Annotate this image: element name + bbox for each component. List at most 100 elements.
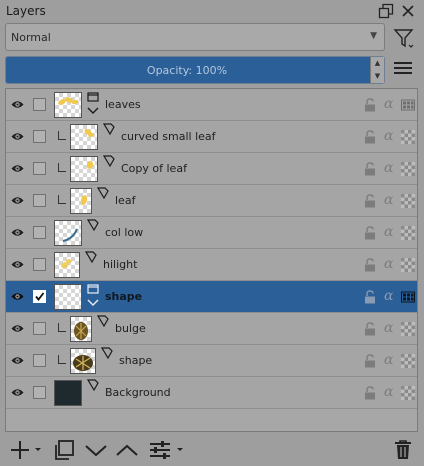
layer-select-checkbox[interactable] [33, 162, 46, 175]
eye-icon[interactable] [11, 194, 24, 207]
alpha-lock-icon[interactable]: α [384, 257, 398, 272]
alpha-lock-icon[interactable]: α [384, 97, 398, 112]
layer-name[interactable]: curved small leaf [121, 130, 216, 143]
eye-icon[interactable] [11, 130, 24, 143]
layer-select-checkbox[interactable] [33, 386, 46, 399]
alpha-lock-icon[interactable]: α [384, 193, 398, 208]
alpha-lock-icon[interactable]: α [384, 129, 398, 144]
alpha-lock-icon[interactable]: α [384, 385, 398, 400]
inherit-alpha-icon[interactable] [401, 130, 415, 144]
eye-icon[interactable] [11, 226, 24, 239]
layer-name[interactable]: hilight [103, 258, 137, 271]
layer-select-checkbox[interactable] [33, 194, 46, 207]
layer-thumbnail [70, 188, 92, 214]
pass-through-icon[interactable] [401, 98, 415, 112]
layer-row[interactable]: leaf α [6, 185, 417, 217]
chevron-down-icon[interactable] [87, 298, 99, 308]
alpha-lock-icon[interactable]: α [384, 321, 398, 336]
eye-icon[interactable] [11, 98, 24, 111]
unlock-icon[interactable] [364, 290, 376, 304]
unlock-icon[interactable] [364, 194, 376, 208]
alpha-lock-icon[interactable]: α [384, 225, 398, 240]
layer-row[interactable]: Copy of leaf α [6, 153, 417, 185]
layer-row[interactable]: shape α [6, 345, 417, 377]
alpha-lock-icon[interactable]: α [384, 353, 398, 368]
opacity-spinbox[interactable]: ▲ ▼ [370, 57, 384, 83]
layer-properties-icon[interactable] [148, 438, 188, 462]
layer-row[interactable]: leaves α [6, 89, 417, 121]
duplicate-layer-icon[interactable] [52, 438, 76, 462]
unlock-icon[interactable] [364, 162, 376, 176]
eye-icon[interactable] [11, 322, 24, 335]
layer-name[interactable]: Background [105, 386, 171, 399]
layer-select-checkbox[interactable] [33, 322, 46, 335]
eye-icon[interactable] [11, 386, 24, 399]
inherit-alpha-icon[interactable] [401, 354, 415, 368]
eye-icon[interactable] [11, 290, 24, 303]
layer-name[interactable]: shape [119, 354, 152, 367]
layer-thumbnail [54, 284, 82, 310]
filter-icon[interactable] [392, 26, 416, 50]
float-icon[interactable] [378, 3, 394, 19]
layer-select-checkbox[interactable] [33, 226, 46, 239]
layer-select-checkbox[interactable] [33, 130, 46, 143]
group-layer-icon [87, 283, 99, 295]
eye-icon[interactable] [11, 354, 24, 367]
layer-row[interactable]: curved small leaf α [6, 121, 417, 153]
layer-name[interactable]: bulge [115, 322, 146, 335]
chevron-down-icon: ▼ [370, 31, 377, 41]
layer-name[interactable]: Copy of leaf [121, 162, 187, 175]
inherit-alpha-icon[interactable] [401, 322, 415, 336]
eye-icon[interactable] [11, 258, 24, 271]
inherit-alpha-icon[interactable] [401, 162, 415, 176]
move-down-icon[interactable] [84, 438, 108, 462]
alpha-lock-icon[interactable]: α [384, 289, 398, 304]
tree-branch-line [58, 131, 66, 140]
blending-mode-select[interactable]: Normal ▼ [5, 23, 385, 51]
move-up-icon[interactable] [115, 438, 139, 462]
spin-down-icon[interactable]: ▼ [371, 70, 384, 83]
layer-name[interactable]: col low [105, 226, 143, 239]
layer-select-checkbox[interactable] [33, 290, 46, 303]
trash-icon[interactable] [392, 438, 414, 462]
unlock-icon[interactable] [364, 226, 376, 240]
layer-row[interactable]: shape α [6, 281, 417, 313]
unlock-icon[interactable] [364, 386, 376, 400]
layer-name[interactable]: leaf [115, 194, 135, 207]
layer-select-checkbox[interactable] [33, 258, 46, 271]
panel-titlebar: Layers [0, 0, 424, 22]
inherit-alpha-icon[interactable] [401, 258, 415, 272]
opacity-slider[interactable]: Opacity: 100% ▲ ▼ [5, 56, 385, 84]
layer-name[interactable]: shape [105, 290, 142, 303]
panel-title: Layers [6, 4, 46, 18]
hamburger-menu-icon[interactable] [394, 62, 412, 78]
layer-list[interactable]: leaves α curved small leaf α Copy of leaf α le… [5, 88, 418, 432]
tree-branch-line [58, 323, 66, 332]
unlock-icon[interactable] [364, 322, 376, 336]
unlock-icon[interactable] [364, 258, 376, 272]
unlock-icon[interactable] [364, 98, 376, 112]
layer-row[interactable]: bulge α [6, 313, 417, 345]
layer-row[interactable]: Background α [6, 377, 417, 409]
unlock-icon[interactable] [364, 130, 376, 144]
layer-thumbnail [54, 252, 80, 278]
eye-icon[interactable] [11, 162, 24, 175]
unlock-icon[interactable] [364, 354, 376, 368]
close-icon[interactable] [400, 3, 416, 19]
vector-layer-icon [96, 187, 109, 200]
vector-layer-icon [100, 347, 113, 360]
alpha-lock-icon[interactable]: α [384, 161, 398, 176]
add-layer-icon[interactable] [8, 438, 42, 462]
inherit-alpha-icon[interactable] [401, 226, 415, 240]
pass-through-icon[interactable] [401, 290, 415, 304]
layer-select-checkbox[interactable] [33, 354, 46, 367]
group-layer-icon [87, 91, 99, 103]
inherit-alpha-icon[interactable] [401, 386, 415, 400]
chevron-down-icon[interactable] [87, 106, 99, 116]
spin-up-icon[interactable]: ▲ [371, 57, 384, 70]
layer-name[interactable]: leaves [105, 98, 141, 111]
inherit-alpha-icon[interactable] [401, 194, 415, 208]
layer-row[interactable]: hilight α [6, 249, 417, 281]
layer-row[interactable]: col low α [6, 217, 417, 249]
layer-select-checkbox[interactable] [33, 98, 46, 111]
